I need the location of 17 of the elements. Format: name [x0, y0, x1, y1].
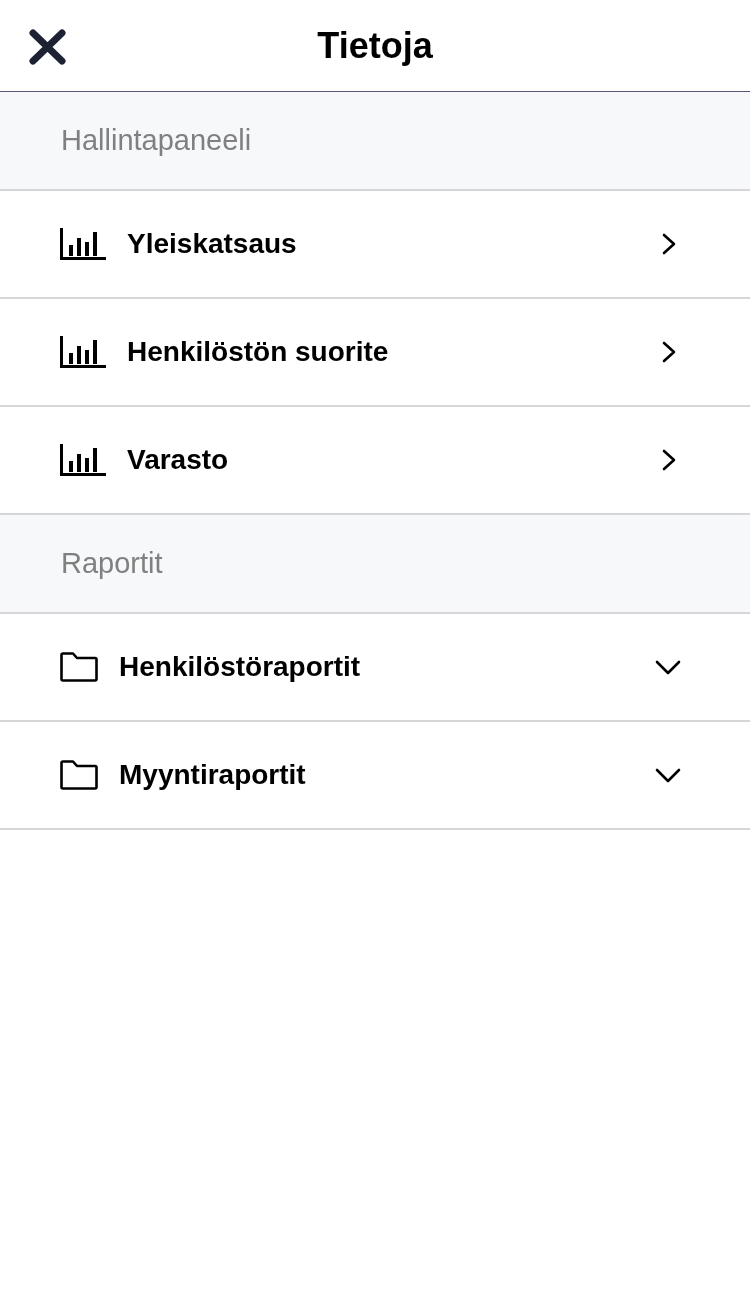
section-header: Raportit: [0, 515, 750, 614]
bar-chart-icon: [60, 228, 106, 260]
menu-item[interactable]: Henkilöstön suorite: [0, 299, 750, 407]
folder-icon: [60, 760, 98, 790]
bar-chart-icon: [60, 336, 106, 368]
page-title: Tietoja: [317, 24, 433, 67]
menu-item[interactable]: Yleiskatsaus: [0, 191, 750, 299]
close-icon: [29, 29, 66, 65]
folder-icon: [60, 652, 98, 682]
chevron-right-icon: [662, 341, 676, 363]
close-button[interactable]: [29, 29, 66, 65]
chevron-right-icon: [662, 233, 676, 255]
section-header: Hallintapaneeli: [0, 92, 750, 191]
folder-item[interactable]: Myyntiraportit: [0, 722, 750, 830]
folder-item[interactable]: Henkilöstöraportit: [0, 614, 750, 722]
chevron-right-icon: [662, 449, 676, 471]
bar-chart-icon: [60, 444, 106, 476]
